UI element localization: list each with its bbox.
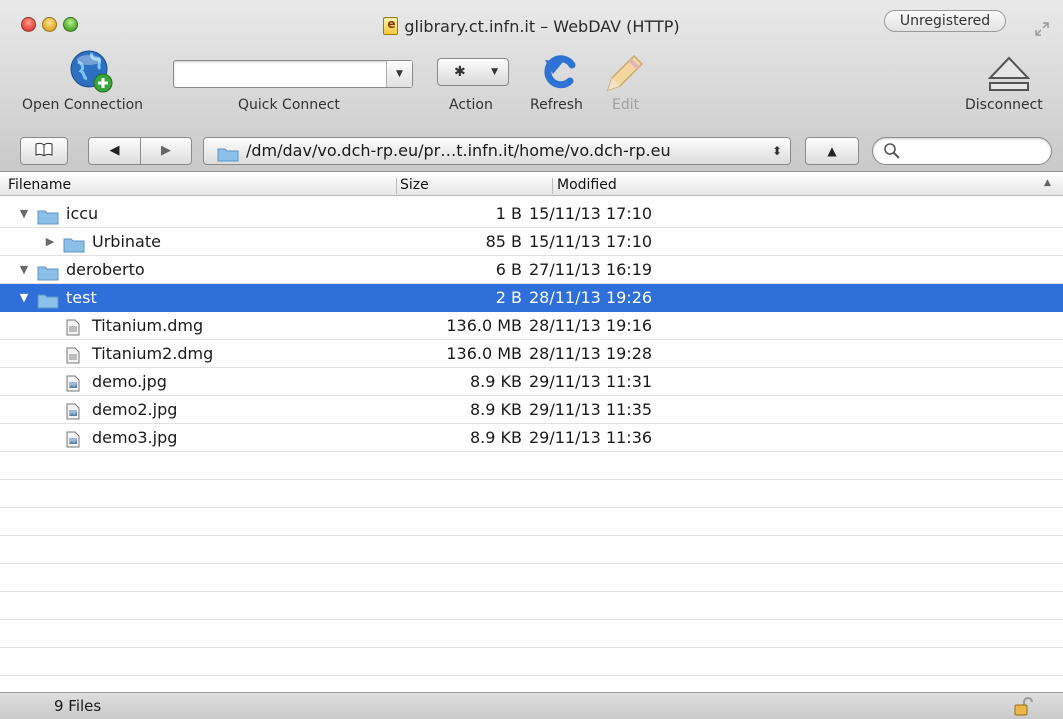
up-arrow-icon: ▲ [827, 144, 837, 158]
sort-ascending-icon[interactable]: ▲ [1044, 178, 1051, 188]
row-filename: Urbinate [92, 232, 161, 251]
unlocked-padlock-icon[interactable] [1012, 696, 1034, 719]
folder-row[interactable]: ▼ test 2 B 28/11/13 19:26 [0, 284, 1063, 312]
row-size: 2 B [495, 288, 522, 307]
gear-icon: ✱ [454, 64, 466, 80]
folder-row[interactable]: ▼ deroberto 6 B 27/11/13 16:19 [0, 256, 1063, 284]
current-path: /dm/dav/vo.dch-rp.eu/pr…t.infn.it/home/v… [246, 141, 671, 160]
row-filename: iccu [66, 204, 99, 223]
folder-row[interactable]: ▼ iccu 1 B 15/11/13 17:10 [0, 200, 1063, 228]
column-divider[interactable] [552, 178, 553, 194]
disclosure-collapsed-icon[interactable]: ▶ [44, 228, 56, 256]
pencil-icon [600, 48, 644, 94]
window-title: glibrary.ct.infn.it – WebDAV (HTTP) [404, 17, 680, 36]
row-modified: 28/11/13 19:28 [529, 344, 653, 363]
row-size: 136.0 MB [446, 344, 522, 363]
file-row[interactable]: demo.jpg 8.9 KB 29/11/13 11:31 [0, 368, 1063, 396]
row-modified: 27/11/13 16:19 [529, 260, 653, 279]
refresh-arrow-icon[interactable] [538, 50, 582, 94]
row-filename: Titanium.dmg [92, 316, 204, 335]
search-input[interactable] [872, 137, 1052, 165]
unregistered-badge[interactable]: Unregistered [884, 10, 1006, 32]
status-text: 9 Files [54, 697, 102, 715]
file-table-header: Filename Size Modified ▲ [0, 176, 1063, 196]
row-size: 8.9 KB [470, 372, 522, 391]
file-row[interactable]: Titanium2.dmg 136.0 MB 28/11/13 19:28 [0, 340, 1063, 368]
disconnect-label[interactable]: Disconnect [965, 97, 1043, 113]
row-filename: demo.jpg [92, 372, 167, 391]
file-row[interactable]: demo2.jpg 8.9 KB 29/11/13 11:35 [0, 396, 1063, 424]
parent-directory-button[interactable]: ▲ [805, 137, 859, 165]
row-filename: Titanium2.dmg [92, 344, 214, 363]
book-icon [35, 142, 53, 158]
folder-row[interactable]: ▶ Urbinate 85 B 15/11/13 17:10 [0, 228, 1063, 256]
bookmarks-button[interactable] [20, 137, 68, 165]
image-file-icon [66, 429, 80, 457]
row-modified: 29/11/13 11:31 [529, 372, 653, 391]
row-modified: 28/11/13 19:26 [529, 288, 653, 307]
back-arrow-icon: ◀ [109, 143, 120, 158]
status-bar: 9 Files [0, 692, 1063, 719]
path-popup-button[interactable]: /dm/dav/vo.dch-rp.eu/pr…t.infn.it/home/v… [203, 137, 791, 165]
row-size: 6 B [495, 260, 522, 279]
row-size: 8.9 KB [470, 428, 522, 447]
row-filename: test [66, 288, 97, 307]
row-size: 136.0 MB [446, 316, 522, 335]
window-toolbar: glibrary.ct.infn.it – WebDAV (HTTP) Unre… [0, 0, 1063, 172]
file-row[interactable]: demo3.jpg 8.9 KB 29/11/13 11:36 [0, 424, 1063, 452]
eject-icon[interactable] [987, 56, 1031, 92]
empty-row-divider [0, 507, 1063, 508]
globe-plus-icon[interactable] [68, 48, 114, 94]
column-header-filename[interactable]: Filename [8, 177, 71, 193]
empty-row-divider [0, 535, 1063, 536]
row-filename: deroberto [66, 260, 145, 279]
empty-row-divider [0, 619, 1063, 620]
up-down-arrows-icon: ⬍ [771, 144, 782, 158]
empty-row-divider [0, 647, 1063, 648]
row-modified: 15/11/13 17:10 [529, 204, 653, 223]
back-button[interactable]: ◀ [88, 137, 141, 165]
edit-label: Edit [612, 97, 640, 113]
folder-icon [217, 144, 239, 164]
chevron-down-icon[interactable]: ▼ [386, 61, 412, 87]
row-size: 1 B [495, 204, 522, 223]
disclosure-expanded-icon[interactable]: ▼ [18, 284, 30, 312]
row-modified: 29/11/13 11:35 [529, 400, 653, 419]
chevron-down-icon: ▼ [491, 67, 498, 77]
row-size: 8.9 KB [470, 400, 522, 419]
empty-row-divider [0, 479, 1063, 480]
row-size: 85 B [485, 232, 522, 251]
row-modified: 15/11/13 17:10 [529, 232, 653, 251]
row-modified: 29/11/13 11:36 [529, 428, 653, 447]
empty-row-divider [0, 563, 1063, 564]
magnifier-icon [883, 142, 901, 164]
open-connection-label[interactable]: Open Connection [22, 97, 143, 113]
document-proxy-icon[interactable] [383, 17, 399, 35]
file-browser-list[interactable]: ▼ iccu 1 B 15/11/13 17:10 ▶ Urbinate 85 B 15/11… [0, 200, 1063, 690]
file-row[interactable]: Titanium.dmg 136.0 MB 28/11/13 19:16 [0, 312, 1063, 340]
disclosure-expanded-icon[interactable]: ▼ [18, 200, 30, 228]
row-filename: demo2.jpg [92, 400, 178, 419]
empty-row-divider [0, 591, 1063, 592]
quick-connect-combobox[interactable]: ▼ [173, 60, 413, 88]
forward-arrow-icon: ▶ [161, 143, 171, 158]
fullscreen-icon[interactable] [1034, 21, 1050, 37]
forward-button[interactable]: ▶ [140, 137, 192, 165]
column-header-modified[interactable]: Modified [557, 177, 617, 193]
column-divider[interactable] [396, 178, 397, 194]
disclosure-expanded-icon[interactable]: ▼ [18, 256, 30, 284]
empty-row-divider [0, 675, 1063, 676]
row-modified: 28/11/13 19:16 [529, 316, 653, 335]
column-header-size[interactable]: Size [400, 177, 429, 193]
row-filename: demo3.jpg [92, 428, 178, 447]
action-label[interactable]: Action [449, 97, 493, 113]
refresh-label[interactable]: Refresh [530, 97, 583, 113]
action-menu-button[interactable]: ✱ ▼ [437, 58, 509, 86]
quick-connect-label: Quick Connect [238, 97, 340, 113]
